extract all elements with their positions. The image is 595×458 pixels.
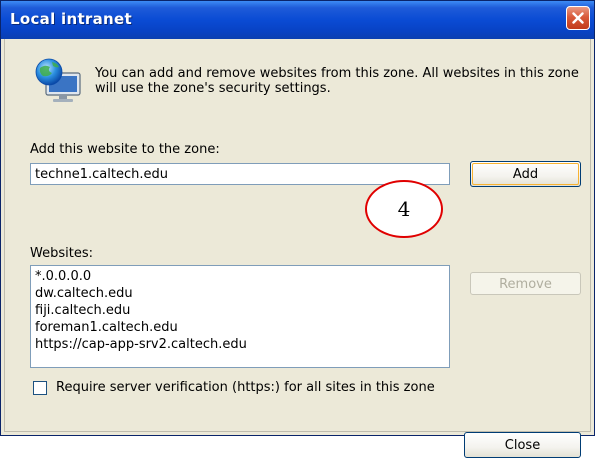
zone-description: You can add and remove websites from thi… [95, 66, 579, 96]
close-window-button[interactable] [566, 6, 590, 30]
list-item[interactable]: https://cap-app-srv2.caltech.edu [35, 336, 449, 353]
dialog-body: You can add and remove websites from thi… [4, 39, 591, 458]
local-intranet-globe-monitor-icon [35, 58, 81, 102]
add-button[interactable]: Add [470, 161, 581, 187]
step-number: 4 [397, 197, 411, 221]
remove-button[interactable]: Remove [470, 272, 581, 295]
list-item[interactable]: dw.caltech.edu [35, 285, 449, 302]
require-https-checkbox[interactable] [33, 381, 47, 395]
list-item[interactable]: foreman1.caltech.edu [35, 319, 449, 336]
require-https-label[interactable]: Require server verification (https:) for… [56, 380, 435, 395]
window-title: Local intranet [10, 10, 132, 28]
local-intranet-dialog: Local intranet You can add and remove we… [0, 0, 595, 458]
list-item[interactable]: fiji.caltech.edu [35, 302, 449, 319]
close-x-icon [572, 12, 584, 24]
step-number-annotation: 4 [365, 180, 443, 238]
title-bar[interactable]: Local intranet [1, 1, 594, 39]
websites-list[interactable]: *.0.0.0.0 dw.caltech.edu fiji.caltech.ed… [30, 265, 450, 368]
websites-label: Websites: [30, 246, 93, 261]
list-item[interactable]: *.0.0.0.0 [35, 268, 449, 285]
add-website-label: Add this website to the zone: [30, 142, 220, 157]
